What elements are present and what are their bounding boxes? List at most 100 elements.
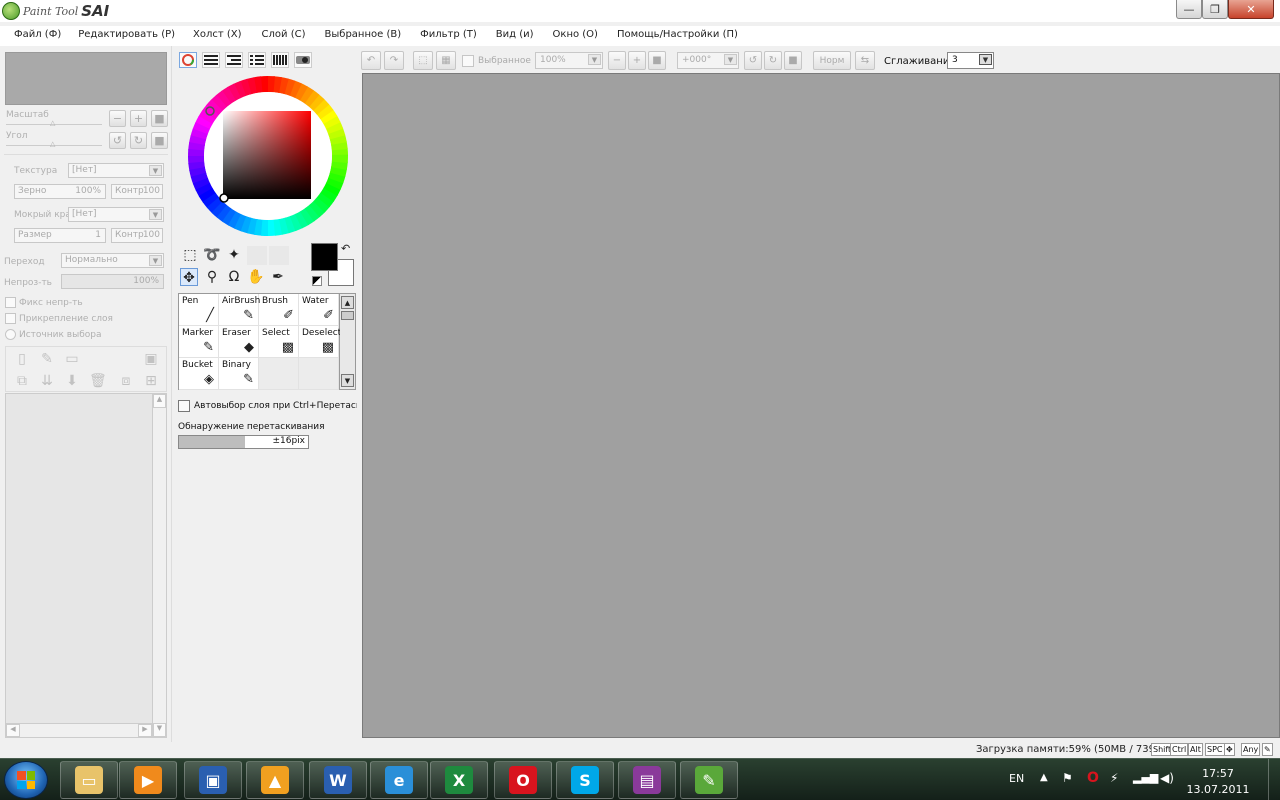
menu-file[interactable]: Файл (Ф) — [14, 26, 61, 46]
taskbar-app-word[interactable]: W — [309, 761, 367, 799]
canvas-zoom-in-button[interactable]: + — [628, 51, 646, 70]
merge-all-icon[interactable]: ⧈ — [118, 373, 134, 389]
color-wheel-tab-icon[interactable] — [179, 52, 197, 68]
auto-layer-select-checkbox[interactable] — [178, 400, 190, 412]
menu-help-settings[interactable]: Помощь/Настройки (П) — [617, 26, 738, 46]
zoom-dropdown[interactable]: 100% ▼ — [535, 52, 603, 69]
taskbar-app-vlc-like[interactable]: ▲ — [246, 761, 304, 799]
alt-key-indicator[interactable]: Alt — [1188, 743, 1203, 756]
swap-colors-icon[interactable]: ↶ — [341, 243, 353, 255]
menu-view[interactable]: Вид (и) — [496, 26, 534, 46]
contrast-field-1[interactable]: Контр 100 — [111, 184, 163, 199]
tool-deselect[interactable]: Deselect ▩ — [299, 326, 341, 358]
undo-button[interactable]: ↶ — [361, 51, 381, 70]
canvas-zoom-reset-button[interactable]: ■ — [648, 51, 666, 70]
zoom-slider-thumb[interactable]: △ — [50, 119, 55, 127]
smoothing-dropdown[interactable]: 3 ▼ — [947, 52, 994, 69]
tool-eraser[interactable]: Eraser ◆ — [219, 326, 259, 358]
size-field[interactable]: Размер 1 — [14, 228, 106, 243]
transfer-down-icon[interactable]: ⇊ — [39, 373, 55, 389]
fix-opacity-checkbox[interactable] — [5, 297, 16, 308]
taskbar-app-explorer[interactable]: ▭ — [60, 761, 118, 799]
rect-select-icon[interactable]: ⬚ — [181, 246, 199, 264]
scroll-up-icon[interactable]: ▲ — [153, 394, 166, 408]
rotate-icon[interactable]: Ω — [225, 268, 243, 286]
zoom-reset-button[interactable]: ■ — [151, 110, 168, 127]
tool-brush[interactable]: Brush ✐ — [259, 294, 299, 326]
scroll-down-icon[interactable]: ▼ — [153, 723, 166, 737]
menu-window[interactable]: Окно (О) — [553, 26, 598, 46]
taskbar-app-excel[interactable]: X — [430, 761, 488, 799]
menu-layer[interactable]: Слой (С) — [262, 26, 306, 46]
tool-pen[interactable]: Pen ╱ — [179, 294, 219, 326]
taskbar-app-save-app[interactable]: ▣ — [184, 761, 242, 799]
normal-view-button[interactable]: Норм — [813, 51, 851, 70]
network-icon[interactable]: ▂▄▆ — [1133, 771, 1158, 784]
tool-select[interactable]: Select ▩ — [259, 326, 299, 358]
taskbar-app-media-player[interactable]: ▶ — [119, 761, 177, 799]
sv-marker[interactable] — [219, 193, 229, 203]
selection-source-radio[interactable] — [5, 329, 16, 340]
scroll-down-icon[interactable]: ▼ — [341, 374, 354, 387]
taskbar-app-opera[interactable]: O — [494, 761, 552, 799]
show-desktop-button[interactable] — [1268, 759, 1280, 800]
menu-canvas[interactable]: Холст (Х) — [193, 26, 242, 46]
new-vector-layer-icon[interactable]: ✎ — [39, 351, 55, 367]
layer-list-hscrollbar[interactable]: ◀ ▶ — [6, 723, 152, 737]
taskbar-app-winrar[interactable]: ▤ — [618, 761, 676, 799]
scroll-thumb[interactable] — [341, 311, 354, 320]
rotate-right-button[interactable]: ↻ — [130, 132, 147, 149]
zoom-in-button[interactable]: + — [130, 110, 147, 127]
deselect-button[interactable]: ⬚ — [413, 51, 433, 70]
primary-color-swatch[interactable] — [311, 243, 338, 271]
copy-layer-icon[interactable]: ⧉ — [14, 373, 30, 389]
lasso-icon[interactable]: ➰ — [203, 246, 221, 264]
tool-water[interactable]: Water ✐ — [299, 294, 339, 326]
taskbar-app-skype[interactable]: S — [556, 761, 614, 799]
taskbar-app-painttool-sai[interactable]: ✎ — [680, 761, 738, 799]
tool-grid-scrollbar[interactable]: ▲ ▼ — [340, 293, 356, 390]
blend-mode-dropdown[interactable]: Нормально ▼ — [61, 253, 164, 268]
move-icon[interactable]: ✥ — [180, 268, 198, 286]
scroll-right-icon[interactable]: ▶ — [138, 724, 152, 737]
invert-selection-button[interactable]: ▦ — [436, 51, 456, 70]
redo-button[interactable]: ↷ — [384, 51, 404, 70]
maximize-button[interactable]: ❐ — [1202, 0, 1228, 19]
power-icon[interactable]: ⚡ — [1110, 771, 1118, 785]
canvas-rotate-right-button[interactable]: ↻ — [764, 51, 782, 70]
volume-icon[interactable]: ◀) — [1160, 771, 1174, 785]
menu-filter[interactable]: Фильтр (Т) — [420, 26, 477, 46]
navigator-preview[interactable] — [5, 52, 167, 105]
menu-edit[interactable]: Редактировать (Р) — [78, 26, 175, 46]
mixer-tab-icon[interactable] — [248, 52, 266, 68]
clock-date[interactable]: 13.07.2011 — [1186, 783, 1250, 796]
zoom-out-button[interactable]: − — [109, 110, 126, 127]
scratchpad-tab-icon[interactable] — [294, 52, 312, 68]
angle-slider-thumb[interactable]: △ — [50, 140, 55, 148]
trash-icon[interactable]: 🗑 — [89, 373, 107, 389]
clip-layer-checkbox[interactable] — [5, 313, 16, 324]
hand-icon[interactable]: ✋ — [247, 268, 265, 286]
magic-wand-icon[interactable]: ✦ — [225, 246, 243, 264]
layer-list[interactable]: ▲ ▼ ◀ ▶ — [5, 393, 167, 738]
contrast-field-2[interactable]: Контр 100 — [111, 228, 163, 243]
layer-mask-icon[interactable]: ▣ — [143, 351, 159, 367]
rotate-left-button[interactable]: ↺ — [109, 132, 126, 149]
scroll-left-icon[interactable]: ◀ — [6, 724, 20, 737]
any-key-indicator[interactable]: Any — [1241, 743, 1261, 756]
opacity-slider[interactable]: 100% — [61, 274, 164, 289]
pen-mode-icon[interactable]: ✎ — [1262, 743, 1273, 756]
menu-selection[interactable]: Выбранное (В) — [325, 26, 402, 46]
tool-bucket[interactable]: Bucket ◈ — [179, 358, 219, 390]
tool-binary[interactable]: Binary ✎ — [219, 358, 259, 390]
canvas-rotate-reset-button[interactable]: ■ — [784, 51, 802, 70]
flip-horizontal-button[interactable]: ⇆ — [855, 51, 875, 70]
opera-tray-icon[interactable]: O — [1087, 770, 1099, 786]
minimize-button[interactable]: — — [1176, 0, 1202, 19]
tool-marker[interactable]: Marker ✎ — [179, 326, 219, 358]
zoom-icon[interactable]: ⚲ — [203, 268, 221, 286]
ctrl-key-indicator[interactable]: Ctrl — [1170, 743, 1189, 756]
move-mode-icon[interactable]: ✥ — [1224, 743, 1235, 756]
merge-down-icon[interactable]: ⬇ — [64, 373, 80, 389]
layer-list-scrollbar[interactable]: ▲ ▼ — [152, 394, 166, 737]
